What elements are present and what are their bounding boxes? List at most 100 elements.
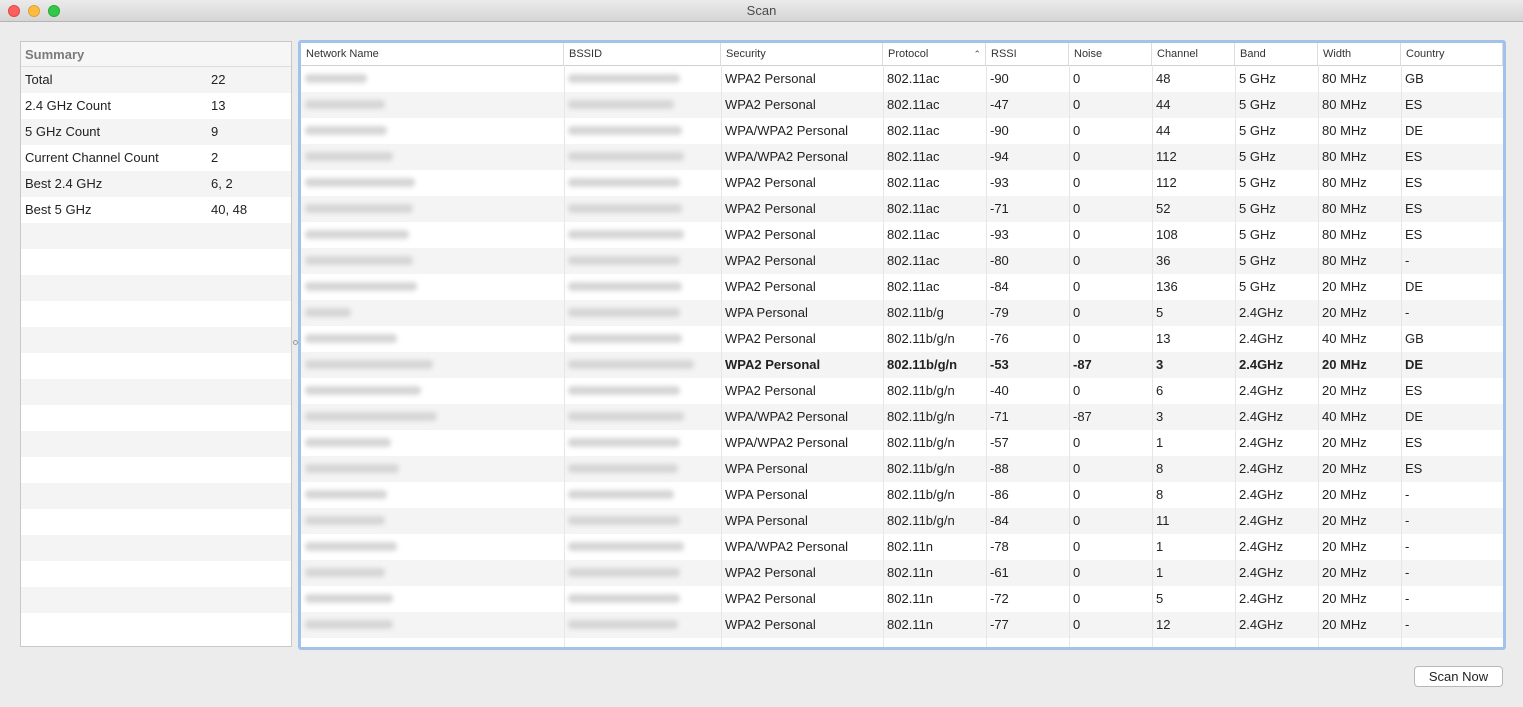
summary-row: 5 GHz Count 9: [21, 119, 291, 145]
table-row[interactable]: WPA2 Personal 802.11n -61 0 1 2.4GHz 20 MHz -: [301, 560, 1503, 586]
cell-rssi: -47: [990, 97, 1009, 112]
cell-noise: -87: [1073, 357, 1092, 372]
cell-network-name-redacted: [301, 274, 564, 300]
table-row-current-network[interactable]: WPA2 Personal 802.11b/g/n -53 -87 3 2.4GHz 20 …: [301, 352, 1503, 378]
cell-width: 20 MHz: [1322, 305, 1367, 320]
network-table[interactable]: Network Name BSSID Security Protocol ⌃ RSSI No…: [298, 40, 1506, 650]
cell-protocol: 802.11b/g/n: [887, 487, 955, 502]
summary-rows: Total 22 2.4 GHz Count 13 5 GHz Count 9 Curren…: [21, 67, 291, 639]
column-header-network-name[interactable]: Network Name: [301, 43, 564, 65]
cell-country: ES: [1405, 461, 1423, 476]
cell-rssi: -88: [990, 461, 1009, 476]
column-header-bssid[interactable]: BSSID: [564, 43, 721, 65]
redacted-text: [305, 568, 385, 578]
cell-width: 80 MHz: [1322, 201, 1367, 216]
sort-ascending-icon: ⌃: [973, 49, 981, 59]
summary-row: [21, 431, 291, 457]
table-row[interactable]: WPA2 Personal 802.11ac -80 0 36 5 GHz 80 MHz -: [301, 248, 1503, 274]
cell-band: 5 GHz: [1239, 279, 1276, 294]
cell-width: 20 MHz: [1322, 487, 1367, 502]
table-row[interactable]: WPA2 Personal 802.11ac -71 0 52 5 GHz 80 MHz ES: [301, 196, 1503, 222]
cell-band: 2.4GHz: [1239, 487, 1284, 502]
table-row[interactable]: WPA2 Personal 802.11b/g/n -40 0 6 2.4GHz 20 MH…: [301, 378, 1503, 404]
cell-country: -: [1405, 513, 1410, 528]
table-row[interactable]: WPA Personal 802.11b/g/n -84 0 11 2.4GHz 20 MH…: [301, 508, 1503, 534]
cell-bssid-redacted: [564, 534, 721, 560]
cell-protocol: 802.11ac: [887, 279, 940, 294]
cell-channel: 44: [1156, 123, 1171, 138]
cell-channel: 13: [1156, 331, 1171, 346]
table-row[interactable]: WPA2 Personal 802.11ac -93 0 108 5 GHz 80 MHz E…: [301, 222, 1503, 248]
cell-bssid-redacted: [564, 196, 721, 222]
table-row[interactable]: WPA2 Personal 802.11ac -93 0 112 5 GHz 80 MHz E…: [301, 170, 1503, 196]
cell-rssi: -57: [990, 435, 1009, 450]
cell-band: 2.4GHz: [1239, 461, 1284, 476]
cell-bssid-redacted: [564, 222, 721, 248]
redacted-text: [305, 74, 367, 84]
cell-bssid-redacted: [564, 300, 721, 326]
column-header-label: Noise: [1074, 48, 1103, 60]
cell-channel: 112: [1156, 149, 1177, 164]
summary-value: 6, 2: [211, 176, 233, 191]
summary-label: 2.4 GHz Count: [25, 98, 111, 113]
cell-network-name-redacted: [301, 508, 564, 534]
scan-now-button[interactable]: Scan Now: [1414, 666, 1503, 687]
table-row[interactable]: WPA Personal 802.11b/g/n -86 0 8 2.4GHz 20 MHz…: [301, 482, 1503, 508]
table-row[interactable]: WPA/WPA2 Personal 802.11ac -90 0 44 5 GHz 80 M…: [301, 118, 1503, 144]
cell-bssid-redacted: [564, 456, 721, 482]
redacted-text: [305, 334, 397, 344]
table-row[interactable]: [301, 638, 1503, 647]
table-row[interactable]: WPA2 Personal 802.11n -72 0 5 2.4GHz 20 MHz -: [301, 586, 1503, 612]
cell-channel: 11: [1156, 513, 1170, 528]
cell-network-name-redacted: [301, 378, 564, 404]
table-row[interactable]: WPA2 Personal 802.11n -77 0 12 2.4GHz 20 MHz -: [301, 612, 1503, 638]
table-row[interactable]: WPA/WPA2 Personal 802.11b/g/n -57 0 1 2.4GHz 2…: [301, 430, 1503, 456]
column-header-noise[interactable]: Noise: [1069, 43, 1152, 65]
redacted-text: [568, 334, 682, 344]
cell-bssid-redacted: [564, 508, 721, 534]
cell-country: ES: [1405, 383, 1423, 398]
cell-bssid-redacted: [564, 352, 721, 378]
cell-protocol: 802.11n: [887, 617, 934, 632]
column-header-band[interactable]: Band: [1235, 43, 1318, 65]
table-row[interactable]: WPA2 Personal 802.11ac -90 0 48 5 GHz 80 MHz GB: [301, 66, 1503, 92]
cell-bssid-redacted: [564, 326, 721, 352]
table-row[interactable]: WPA/WPA2 Personal 802.11n -78 0 1 2.4GHz 20 MH…: [301, 534, 1503, 560]
cell-width: 80 MHz: [1322, 253, 1367, 268]
cell-protocol: 802.11ac: [887, 227, 940, 242]
table-row[interactable]: WPA2 Personal 802.11b/g/n -76 0 13 2.4GHz 40 M…: [301, 326, 1503, 352]
cell-country: ES: [1405, 227, 1423, 242]
cell-security: WPA2 Personal: [725, 201, 816, 216]
table-row[interactable]: WPA/WPA2 Personal 802.11b/g/n -71 -87 3 2.4GH…: [301, 404, 1503, 430]
table-row[interactable]: WPA Personal 802.11b/g -79 0 5 2.4GHz 20 MHz -: [301, 300, 1503, 326]
cell-network-name-redacted: [301, 534, 564, 560]
cell-width: 20 MHz: [1322, 357, 1367, 372]
table-row[interactable]: WPA Personal 802.11b/g/n -88 0 8 2.4GHz 20 MHz…: [301, 456, 1503, 482]
redacted-text: [305, 282, 417, 292]
cell-noise: 0: [1073, 461, 1081, 476]
cell-channel: 36: [1156, 253, 1171, 268]
redacted-text: [305, 256, 413, 266]
column-header-channel[interactable]: Channel: [1152, 43, 1235, 65]
cell-channel: 3: [1156, 409, 1164, 424]
cell-rssi: -86: [990, 487, 1009, 502]
cell-rssi: -76: [990, 331, 1009, 346]
cell-security: WPA2 Personal: [725, 357, 821, 372]
redacted-text: [305, 126, 387, 136]
cell-width: 20 MHz: [1322, 539, 1367, 554]
column-header-security[interactable]: Security: [721, 43, 883, 65]
cell-country: DE: [1405, 123, 1424, 138]
redacted-text: [568, 464, 678, 474]
column-header-width[interactable]: Width: [1318, 43, 1401, 65]
column-separator: [1069, 65, 1070, 647]
table-row[interactable]: WPA2 Personal 802.11ac -47 0 44 5 GHz 80 MHz ES: [301, 92, 1503, 118]
cell-rssi: -61: [990, 565, 1009, 580]
table-row[interactable]: WPA/WPA2 Personal 802.11ac -94 0 112 5 GHz 80 …: [301, 144, 1503, 170]
column-header-protocol[interactable]: Protocol ⌃: [883, 43, 986, 65]
redacted-text: [568, 74, 680, 84]
cell-bssid-redacted: [564, 560, 721, 586]
column-header-country[interactable]: Country: [1401, 43, 1503, 65]
table-row[interactable]: WPA2 Personal 802.11ac -84 0 136 5 GHz 20 MHz D…: [301, 274, 1503, 300]
column-header-rssi[interactable]: RSSI: [986, 43, 1069, 65]
summary-row: [21, 223, 291, 249]
